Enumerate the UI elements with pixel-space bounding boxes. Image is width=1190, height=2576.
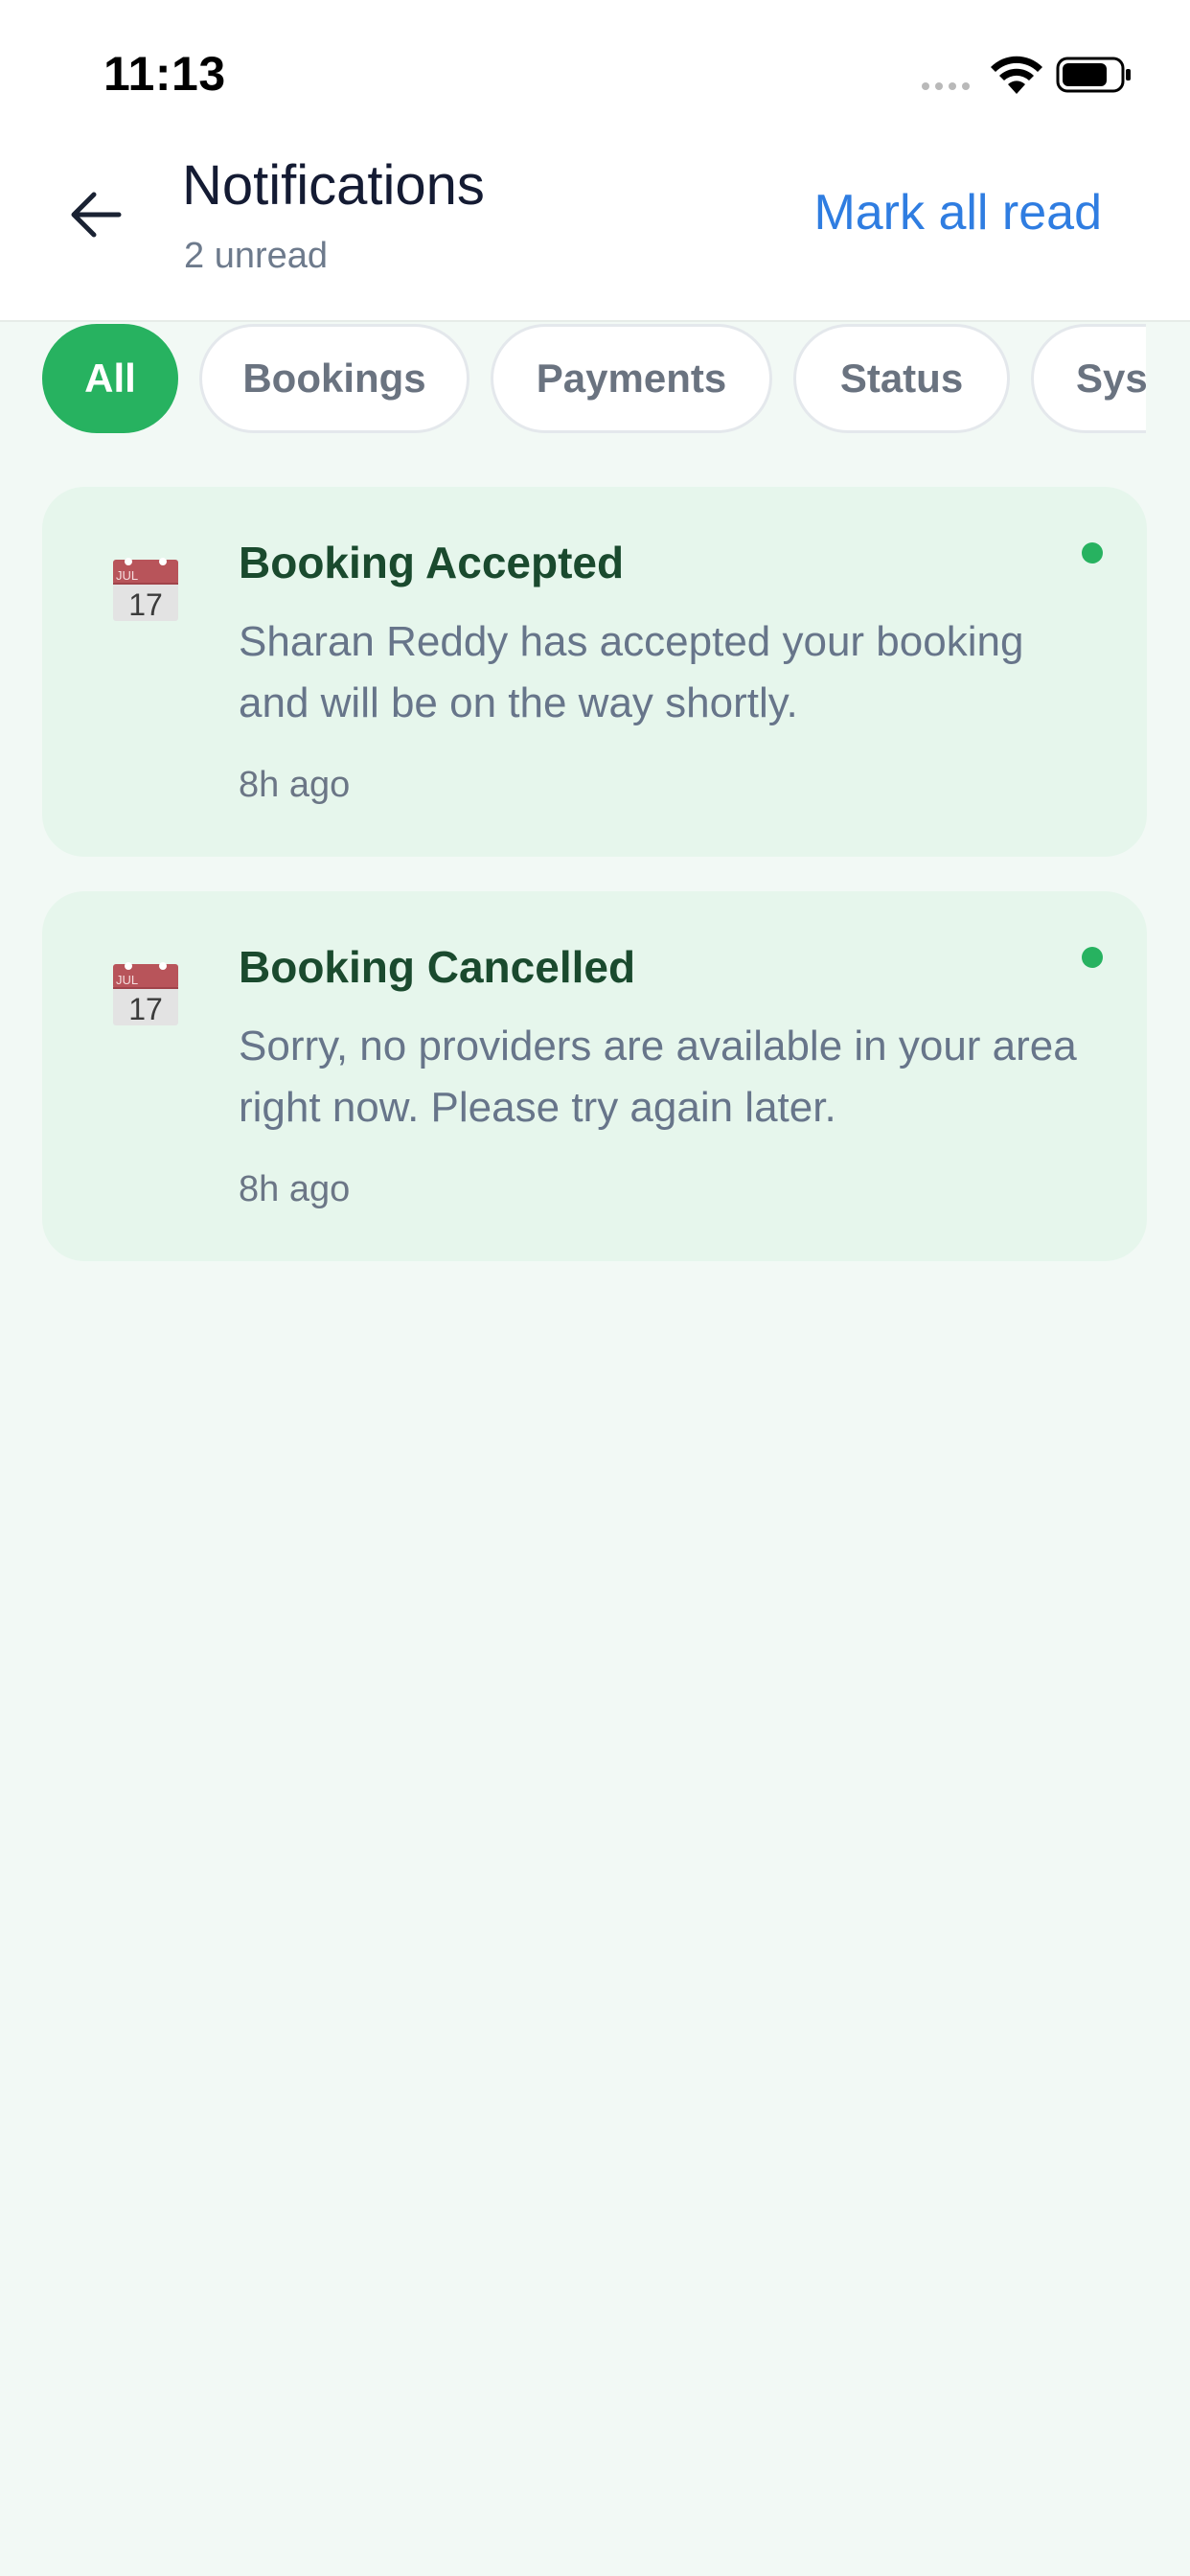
notification-time: 8h ago (239, 765, 351, 805)
notification-message: Sharan Reddy has accepted your booking a… (239, 618, 1024, 726)
unread-count: 2 unread (184, 236, 329, 276)
notification-time: 8h ago (239, 1169, 351, 1209)
battery-icon (1056, 57, 1131, 93)
notification-card[interactable]: JUL 17 Booking Accepted Sharan Reddy has… (42, 487, 1147, 857)
filter-chip-bookings[interactable]: Bookings (199, 324, 469, 433)
page-title: Notifications (182, 154, 485, 217)
notification-title: Booking Cancelled (239, 942, 636, 992)
filter-chip-system[interactable]: System (1031, 324, 1146, 433)
notification-title: Booking Accepted (239, 538, 625, 587)
mark-all-read-button[interactable]: Mark all read (813, 184, 1102, 242)
notification-message: Sorry, no providers are available in you… (239, 1023, 1077, 1131)
unread-indicator (1082, 947, 1103, 968)
svg-text:JUL: JUL (116, 973, 138, 987)
calendar-icon: JUL 17 (113, 962, 178, 1026)
filter-chip-payments[interactable]: Payments (491, 324, 772, 433)
status-time: 11:13 (103, 47, 226, 101)
svg-text:JUL: JUL (116, 568, 138, 583)
notification-card[interactable]: JUL 17 Booking Cancelled Sorry, no provi… (42, 891, 1147, 1261)
app-header: 11:13 Notifications 2 unread Mark all re… (0, 0, 1190, 322)
filter-chip-all[interactable]: All (42, 324, 178, 433)
svg-text:17: 17 (128, 992, 163, 1026)
calendar-icon: JUL 17 (113, 558, 178, 622)
filter-chip-row: All Bookings Payments Status System (0, 324, 1146, 435)
status-bar: 11:13 (0, 0, 1190, 134)
wifi-icon (991, 56, 1042, 94)
filter-chip-status[interactable]: Status (793, 324, 1010, 433)
unread-indicator (1082, 542, 1103, 564)
cellular-signal-icon (922, 82, 970, 90)
arrow-left-icon (71, 192, 122, 238)
back-button[interactable] (56, 178, 136, 251)
svg-text:17: 17 (128, 587, 163, 622)
